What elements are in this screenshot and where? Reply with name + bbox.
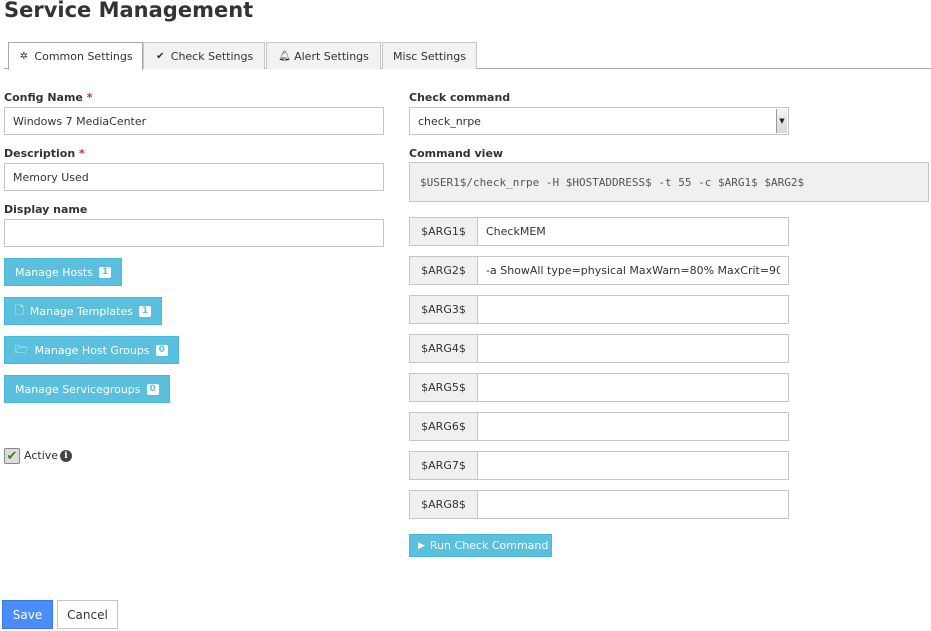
tab-label: Misc Settings	[393, 49, 466, 63]
count-badge: 0	[146, 383, 159, 395]
tab-alert-settings[interactable]: 🔔︎ Alert Settings	[266, 42, 381, 69]
active-checkbox[interactable]: ✔	[4, 448, 20, 464]
arg6-label: $ARG6$	[409, 412, 478, 441]
check-icon: ✔	[156, 50, 165, 62]
count-badge: 1	[98, 266, 112, 278]
arg7-input[interactable]	[477, 451, 789, 480]
display-name-label: Display name	[4, 203, 88, 216]
command-view: $USER1$/check_nrpe -H $HOSTADDRESS$ -t 5…	[409, 162, 929, 202]
arg3-label: $ARG3$	[409, 295, 478, 324]
button-label: Run Check Command	[429, 539, 549, 552]
display-name-input[interactable]	[4, 219, 384, 247]
bell-icon: 🔔︎	[278, 50, 291, 62]
dropdown-arrow-icon: ▼	[776, 109, 787, 133]
description-input[interactable]	[4, 163, 384, 191]
arg4-input[interactable]	[477, 334, 789, 363]
button-label: Manage Host Groups	[34, 343, 150, 357]
run-check-command-button[interactable]: ▶ Run Check Command	[409, 534, 552, 557]
file-icon: 🗋︎	[15, 303, 24, 317]
page-title: Service Management	[4, 0, 254, 22]
manage-templates-button[interactable]: 🗋︎ Manage Templates 1	[4, 297, 163, 325]
arg1-input[interactable]	[477, 217, 789, 246]
arg6-input[interactable]	[477, 412, 789, 441]
tab-common-settings[interactable]: ✲ Common Settings	[8, 42, 143, 70]
check-command-value: check_nrpe	[418, 115, 481, 128]
folder-open-icon: 🗁︎	[15, 342, 29, 356]
description-label: Description *	[4, 147, 85, 160]
count-badge: 1	[138, 305, 152, 317]
required-mark: *	[86, 91, 93, 104]
arg5-input[interactable]	[477, 373, 789, 402]
arg2-input[interactable]	[477, 256, 789, 285]
tab-label: Common Settings	[34, 50, 133, 63]
arg8-input[interactable]	[477, 490, 789, 519]
manage-servicegroups-button[interactable]: Manage Servicegroups 0	[4, 375, 170, 403]
arg3-input[interactable]	[477, 295, 789, 324]
active-label: Active	[24, 449, 59, 462]
arg8-label: $ARG8$	[409, 490, 478, 519]
checkmark-icon: ✔	[6, 448, 18, 464]
arg5-label: $ARG5$	[409, 373, 478, 402]
arg1-label: $ARG1$	[409, 217, 478, 246]
gear-icon: ✲	[19, 51, 29, 62]
manage-hosts-button[interactable]: Manage Hosts 1	[4, 258, 123, 286]
tab-check-settings[interactable]: ✔ Check Settings	[143, 42, 265, 69]
command-view-label: Command view	[409, 147, 504, 160]
config-name-label: Config Name *	[4, 91, 93, 104]
tab-label: Check Settings	[170, 49, 254, 63]
button-label: Manage Hosts	[15, 265, 93, 279]
arg2-label: $ARG2$	[409, 256, 478, 285]
settings-tabs: ✲ Common Settings ✔ Check Settings 🔔︎ Al…	[4, 42, 931, 70]
arg7-label: $ARG7$	[409, 451, 478, 480]
required-mark: *	[79, 147, 85, 160]
config-name-input[interactable]	[4, 107, 384, 135]
tab-label: Alert Settings	[294, 49, 369, 63]
play-icon: ▶	[418, 540, 425, 551]
arg4-label: $ARG4$	[409, 334, 478, 363]
check-command-select[interactable]: check_nrpe ▼	[409, 107, 789, 135]
manage-host-groups-button[interactable]: 🗁︎ Manage Host Groups 0	[4, 336, 179, 364]
button-label: Manage Templates	[29, 304, 133, 318]
count-badge: 0	[155, 344, 168, 356]
check-command-label: Check command	[409, 91, 511, 104]
info-icon[interactable]: i	[60, 450, 72, 462]
button-label: Manage Servicegroups	[15, 382, 141, 396]
cancel-button[interactable]: Cancel	[57, 600, 118, 629]
save-button[interactable]: Save	[2, 600, 53, 629]
tab-misc-settings[interactable]: Misc Settings	[382, 42, 477, 69]
